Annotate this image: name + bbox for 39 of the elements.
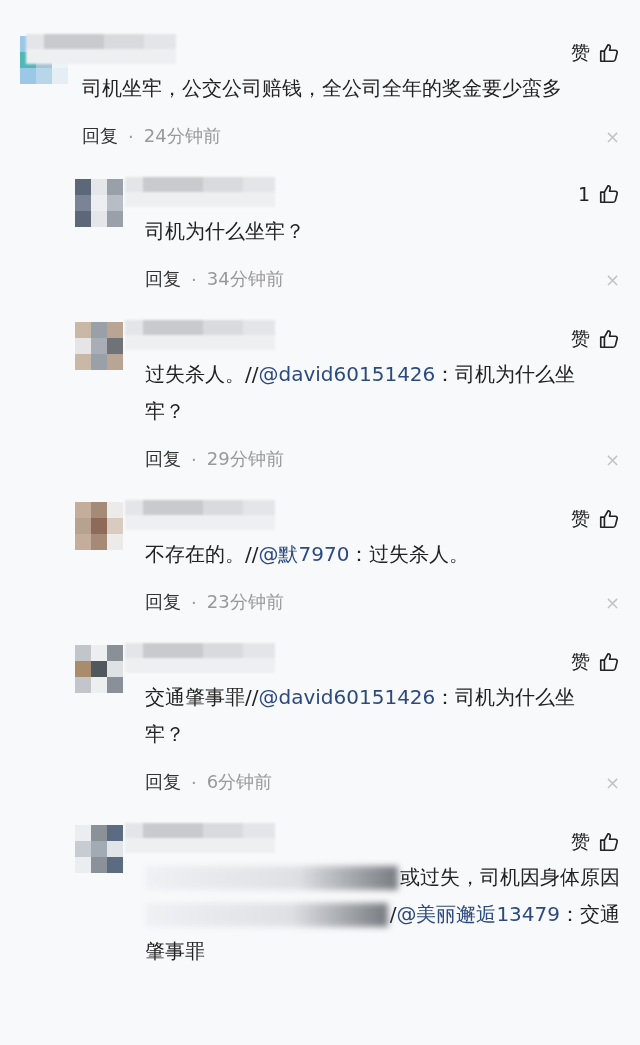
mention-link[interactable]: @david60151426 [258, 685, 436, 709]
comment-text: 司机坐牢，公交公司赔钱，全公司全年的奖金要少蛮多 [82, 75, 563, 102]
thumbs-up-icon [598, 42, 620, 64]
mention-link[interactable]: @默7970 [258, 542, 350, 566]
timestamp: 23分钟前 [206, 590, 284, 614]
timestamp: 34分钟前 [206, 267, 284, 291]
reply-button[interactable]: 回复 [82, 124, 118, 148]
reply-button[interactable]: 回复 [145, 590, 181, 614]
separator-dot: · [128, 125, 134, 147]
like-button[interactable]: 赞 [571, 649, 620, 675]
comment-text: 交通肇事罪//@david60151426：司机为什么坐牢？ [145, 684, 577, 748]
like-button[interactable]: 赞 [571, 326, 620, 352]
comment-text: /@美丽邂逅13479：交通 [389, 901, 620, 928]
separator-dot: · [191, 591, 197, 613]
comment-text: 或过失，司机因身体原因 [400, 864, 620, 891]
comment-text: 不存在的。//@默7970：过失杀人。 [145, 541, 471, 568]
comment-text: 司机为什么坐牢？ [145, 218, 306, 245]
comment-text: 过失杀人。//@david60151426：司机为什么坐牢？ [145, 361, 577, 425]
thumbs-up-icon [598, 183, 620, 205]
like-button[interactable]: 赞 [571, 40, 620, 66]
timestamp: 24分钟前 [143, 124, 221, 148]
thumbs-up-icon [598, 328, 620, 350]
thumbs-up-icon [598, 831, 620, 853]
reply-button[interactable]: 回复 [145, 447, 181, 471]
separator-dot: · [191, 771, 197, 793]
reply-button[interactable]: 回复 [145, 770, 181, 794]
like-button[interactable]: 赞 [571, 506, 620, 532]
mention-link[interactable]: @美丽邂逅13479 [396, 902, 560, 926]
mention-link[interactable]: @david60151426 [258, 362, 436, 386]
timestamp: 29分钟前 [206, 447, 284, 471]
thumbs-up-icon [598, 508, 620, 530]
comment-text: 肇事罪 [145, 938, 205, 965]
separator-dot: · [191, 448, 197, 470]
timestamp: 6分钟前 [206, 770, 273, 794]
thumbs-up-icon [598, 651, 620, 673]
like-button[interactable]: 1 [577, 183, 620, 205]
reply-button[interactable]: 回复 [145, 267, 181, 291]
separator-dot: · [191, 268, 197, 290]
like-button[interactable]: 赞 [571, 829, 620, 855]
